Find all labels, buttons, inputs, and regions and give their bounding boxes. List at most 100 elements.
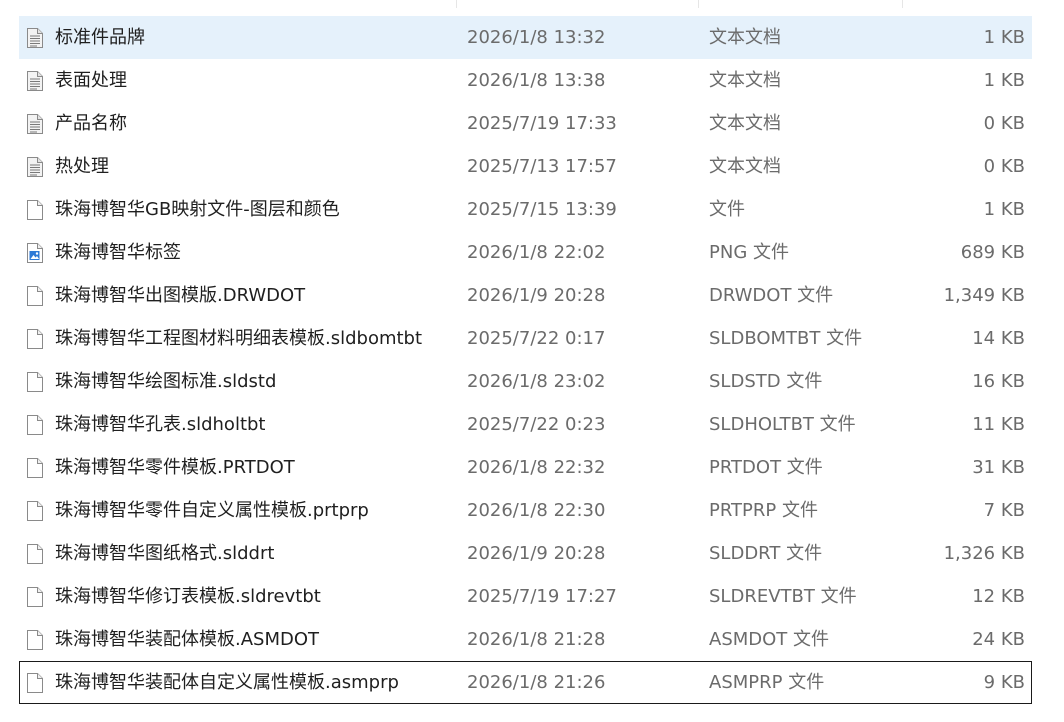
file-type: ASMDOT 文件 bbox=[709, 629, 830, 650]
file-size: 24 KB bbox=[972, 629, 1025, 650]
file-row[interactable]: 珠海博智华孔表.sldholtbt 2025/7/22 0:23 SLDHOLTBT… bbox=[19, 403, 1032, 446]
file-size: 1 KB bbox=[983, 199, 1025, 220]
file-type: SLDREVTBT 文件 bbox=[709, 586, 857, 607]
text-document-icon bbox=[26, 17, 46, 58]
file-date-modified: 2025/7/19 17:33 bbox=[467, 113, 617, 134]
file-name: 珠海博智华图纸格式.slddrt bbox=[55, 543, 275, 564]
file-size: 16 KB bbox=[972, 371, 1025, 392]
file-date-modified: 2026/1/8 13:38 bbox=[467, 70, 606, 91]
file-date-modified: 2026/1/8 22:02 bbox=[467, 242, 606, 263]
file-list: 标准件品牌 2026/1/8 13:32 文本文档 1 KB 表面处理 2026/1/8 … bbox=[19, 16, 1032, 704]
file-name: 珠海博智华标签 bbox=[55, 242, 181, 263]
file-name: 珠海博智华零件自定义属性模板.prtprp bbox=[55, 500, 369, 521]
file-size: 689 KB bbox=[960, 242, 1025, 263]
file-type: PRTDOT 文件 bbox=[709, 457, 823, 478]
file-name: 热处理 bbox=[55, 156, 109, 177]
file-type: SLDBOMTBT 文件 bbox=[709, 328, 863, 349]
file-row[interactable]: 热处理 2025/7/13 17:57 文本文档 0 KB bbox=[19, 145, 1032, 188]
file-date-modified: 2026/1/8 21:28 bbox=[467, 629, 606, 650]
blank-file-icon bbox=[26, 189, 46, 230]
file-type: SLDHOLTBT 文件 bbox=[709, 414, 856, 435]
file-row[interactable]: 珠海博智华零件自定义属性模板.prtprp 2026/1/8 22:30 PRTPR… bbox=[19, 489, 1032, 532]
file-size: 14 KB bbox=[972, 328, 1025, 349]
file-row[interactable]: 珠海博智华GB映射文件-图层和颜色 2025/7/15 13:39 文件 1 KB bbox=[19, 188, 1032, 231]
file-name: 珠海博智华装配体自定义属性模板.asmprp bbox=[55, 672, 399, 693]
file-date-modified: 2025/7/15 13:39 bbox=[467, 199, 617, 220]
file-date-modified: 2025/7/19 17:27 bbox=[467, 586, 617, 607]
file-name: 珠海博智华修订表模板.sldrevtbt bbox=[55, 586, 321, 607]
file-size: 1 KB bbox=[983, 27, 1025, 48]
blank-file-icon bbox=[26, 619, 46, 660]
file-date-modified: 2026/1/8 22:30 bbox=[467, 500, 606, 521]
file-size: 0 KB bbox=[983, 156, 1025, 177]
blank-file-icon bbox=[26, 447, 46, 488]
file-size: 11 KB bbox=[972, 414, 1025, 435]
file-name: 表面处理 bbox=[55, 70, 127, 91]
file-row[interactable]: 珠海博智华出图模版.DRWDOT 2026/1/9 20:28 DRWDOT 文件 1… bbox=[19, 274, 1032, 317]
file-type: DRWDOT 文件 bbox=[709, 285, 834, 306]
file-name: 珠海博智华零件模板.PRTDOT bbox=[55, 457, 295, 478]
file-row[interactable]: 珠海博智华修订表模板.sldrevtbt 2025/7/19 17:27 SLDRE… bbox=[19, 575, 1032, 618]
file-date-modified: 2026/1/8 23:02 bbox=[467, 371, 606, 392]
image-file-icon bbox=[26, 232, 46, 273]
text-document-icon bbox=[26, 60, 46, 101]
blank-file-icon bbox=[26, 361, 46, 402]
file-type: 文本文档 bbox=[709, 156, 781, 177]
file-size: 1,349 KB bbox=[943, 285, 1025, 306]
file-row[interactable]: 产品名称 2025/7/19 17:33 文本文档 0 KB bbox=[19, 102, 1032, 145]
blank-file-icon bbox=[26, 490, 46, 531]
file-date-modified: 2025/7/22 0:23 bbox=[467, 414, 606, 435]
file-row[interactable]: 珠海博智华装配体模板.ASMDOT 2026/1/8 21:28 ASMDOT 文件… bbox=[19, 618, 1032, 661]
blank-file-icon bbox=[26, 662, 46, 703]
file-size: 12 KB bbox=[972, 586, 1025, 607]
file-name: 珠海博智华出图模版.DRWDOT bbox=[55, 285, 306, 306]
text-document-icon bbox=[26, 103, 46, 144]
file-size: 1,326 KB bbox=[943, 543, 1025, 564]
blank-file-icon bbox=[26, 576, 46, 617]
file-size: 1 KB bbox=[983, 70, 1025, 91]
file-row[interactable]: 珠海博智华工程图材料明细表模板.sldbomtbt 2025/7/22 0:17 S… bbox=[19, 317, 1032, 360]
file-type: PNG 文件 bbox=[709, 242, 789, 263]
file-explorer-details-view: 标准件品牌 2026/1/8 13:32 文本文档 1 KB 表面处理 2026/1/8 … bbox=[0, 0, 1064, 722]
blank-file-icon bbox=[26, 533, 46, 574]
file-type: 文本文档 bbox=[709, 27, 781, 48]
file-name: 珠海博智华GB映射文件-图层和颜色 bbox=[55, 199, 340, 220]
file-name: 珠海博智华工程图材料明细表模板.sldbomtbt bbox=[55, 328, 423, 349]
file-row[interactable]: 珠海博智华图纸格式.slddrt 2026/1/9 20:28 SLDDRT 文件 1… bbox=[19, 532, 1032, 575]
text-document-icon bbox=[26, 146, 46, 187]
file-size: 31 KB bbox=[972, 457, 1025, 478]
file-type: SLDSTD 文件 bbox=[709, 371, 823, 392]
file-name: 标准件品牌 bbox=[55, 27, 145, 48]
file-name: 产品名称 bbox=[55, 113, 127, 134]
blank-file-icon bbox=[26, 275, 46, 316]
column-divider[interactable] bbox=[698, 0, 699, 8]
file-type: SLDDRT 文件 bbox=[709, 543, 823, 564]
column-divider[interactable] bbox=[456, 0, 457, 8]
column-divider[interactable] bbox=[902, 0, 903, 8]
file-type: 文件 bbox=[709, 199, 745, 220]
blank-file-icon bbox=[26, 318, 46, 359]
file-name: 珠海博智华绘图标准.sldstd bbox=[55, 371, 277, 392]
file-size: 7 KB bbox=[983, 500, 1025, 521]
column-header-dividers bbox=[0, 0, 1064, 10]
file-type: PRTPRP 文件 bbox=[709, 500, 818, 521]
file-row[interactable]: 表面处理 2026/1/8 13:38 文本文档 1 KB bbox=[19, 59, 1032, 102]
file-row[interactable]: 标准件品牌 2026/1/8 13:32 文本文档 1 KB bbox=[19, 16, 1032, 59]
file-row[interactable]: 珠海博智华零件模板.PRTDOT 2026/1/8 22:32 PRTDOT 文件 3… bbox=[19, 446, 1032, 489]
file-date-modified: 2026/1/8 22:32 bbox=[467, 457, 606, 478]
file-date-modified: 2026/1/9 20:28 bbox=[467, 285, 606, 306]
file-row[interactable]: 珠海博智华绘图标准.sldstd 2026/1/8 23:02 SLDSTD 文件 1… bbox=[19, 360, 1032, 403]
file-date-modified: 2025/7/13 17:57 bbox=[467, 156, 617, 177]
file-date-modified: 2026/1/9 20:28 bbox=[467, 543, 606, 564]
file-date-modified: 2026/1/8 21:26 bbox=[467, 672, 606, 693]
file-row[interactable]: 珠海博智华装配体自定义属性模板.asmprp 2026/1/8 21:26 ASMP… bbox=[19, 661, 1032, 704]
file-name: 珠海博智华孔表.sldholtbt bbox=[55, 414, 266, 435]
file-date-modified: 2026/1/8 13:32 bbox=[467, 27, 606, 48]
file-type: 文本文档 bbox=[709, 113, 781, 134]
file-size: 9 KB bbox=[983, 672, 1025, 693]
file-row[interactable]: 珠海博智华标签 2026/1/8 22:02 PNG 文件 689 KB bbox=[19, 231, 1032, 274]
file-size: 0 KB bbox=[983, 113, 1025, 134]
file-date-modified: 2025/7/22 0:17 bbox=[467, 328, 606, 349]
blank-file-icon bbox=[26, 404, 46, 445]
file-name: 珠海博智华装配体模板.ASMDOT bbox=[55, 629, 320, 650]
